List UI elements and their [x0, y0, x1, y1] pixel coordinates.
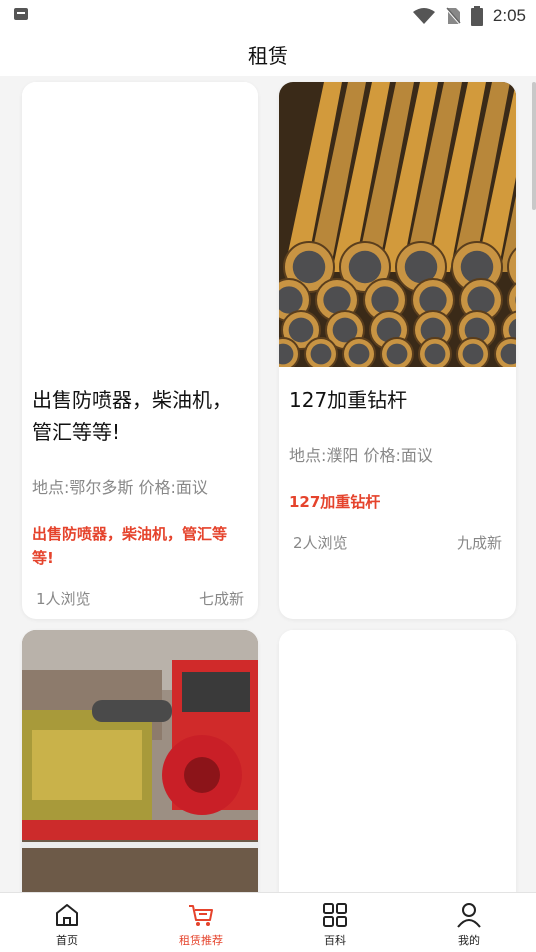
listing-image-placeholder: [279, 630, 516, 892]
notification-app-icon: [14, 8, 28, 20]
listing-title: 127加重钻杆: [289, 388, 408, 412]
listing-condition: 九成新: [456, 534, 502, 552]
listing-image-placeholder: [22, 82, 258, 367]
listing-grid[interactable]: 出售防喷器，柴油机，管汇等等! 地点:鄂尔多斯 价格:面议 出售防喷器，柴油机，…: [0, 76, 536, 892]
tab-label: 百科: [324, 934, 346, 947]
wifi-icon: [412, 8, 435, 24]
listing-location-price: 地点:濮阳 价格:面议: [289, 446, 433, 465]
drill-pipes-image: [279, 82, 516, 367]
home-icon: [56, 904, 78, 926]
status-bar: 2:05: [0, 0, 536, 32]
listing-title: 出售防喷器，柴油机，管汇等等!: [32, 388, 232, 444]
grid-icon: [323, 903, 347, 927]
tab-rental-recommend[interactable]: 租赁推荐: [134, 893, 268, 952]
tab-profile[interactable]: 我的: [402, 893, 536, 952]
tab-home[interactable]: 首页: [0, 893, 134, 952]
listing-card[interactable]: [279, 630, 516, 892]
listing-description: 出售防喷器，柴油机，管汇等等!: [32, 525, 228, 567]
listing-image: [279, 82, 516, 367]
user-icon: [457, 903, 481, 928]
status-icons: 2:05: [412, 5, 526, 27]
tab-label: 首页: [56, 934, 78, 947]
no-sim-icon: [445, 7, 461, 25]
listing-image: [22, 630, 258, 892]
battery-icon: [470, 6, 483, 26]
listing-description: 127加重钻杆: [289, 493, 381, 511]
listing-location-price: 地点:鄂尔多斯 价格:面议: [32, 478, 208, 497]
listing-views: 1人浏览: [36, 590, 91, 608]
listing-condition: 七成新: [198, 590, 244, 608]
listing-card[interactable]: 127加重钻杆 地点:濮阳 价格:面议 127加重钻杆 2人浏览 九成新: [279, 82, 516, 619]
title-bar: 租赁: [0, 32, 536, 76]
status-time: 2:05: [492, 6, 526, 25]
listing-card[interactable]: [22, 630, 258, 892]
cart-icon: [189, 905, 213, 926]
listing-card[interactable]: 出售防喷器，柴油机，管汇等等! 地点:鄂尔多斯 价格:面议 出售防喷器，柴油机，…: [22, 82, 258, 619]
tab-label: 我的: [458, 934, 480, 947]
tab-encyclopedia[interactable]: 百科: [268, 893, 402, 952]
scrollbar[interactable]: [532, 82, 536, 210]
listing-views: 2人浏览: [293, 534, 348, 552]
tab-label: 租赁推荐: [179, 934, 223, 947]
bottom-tab-bar: 首页 租赁推荐 百科 我的: [0, 892, 536, 952]
page-title: 租赁: [248, 43, 288, 68]
machinery-image: [22, 630, 258, 892]
